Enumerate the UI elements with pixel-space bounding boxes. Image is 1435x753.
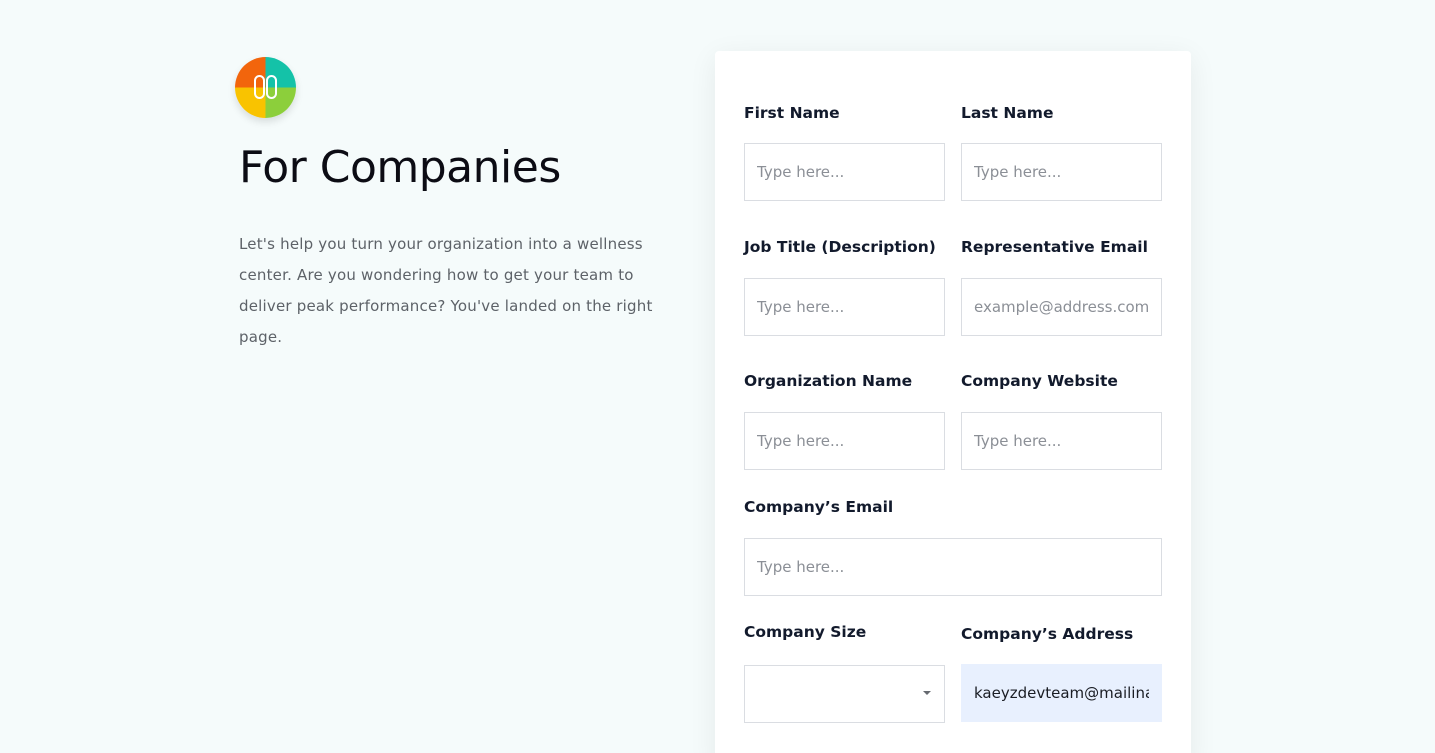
job-title-input[interactable] <box>744 278 945 336</box>
organization-name-input[interactable] <box>744 412 945 470</box>
company-address-label: Company’s Address <box>961 625 1134 643</box>
page-title: For Companies <box>239 142 561 193</box>
last-name-input[interactable] <box>961 143 1162 201</box>
company-signup-form: First Name Last Name Job Title (Descript… <box>715 51 1191 753</box>
company-size-label: Company Size <box>744 623 867 641</box>
representative-email-label: Representative Email <box>961 238 1148 256</box>
company-size-select[interactable] <box>744 665 945 723</box>
company-website-input[interactable] <box>961 412 1162 470</box>
first-name-label: First Name <box>744 104 840 122</box>
chevron-down-icon <box>923 691 931 695</box>
organization-name-label: Organization Name <box>744 372 913 390</box>
company-address-input[interactable] <box>961 664 1162 722</box>
company-email-input[interactable] <box>744 538 1162 596</box>
company-website-label: Company Website <box>961 372 1118 390</box>
representative-email-input[interactable] <box>961 278 1162 336</box>
wellness-logo-icon <box>235 57 296 118</box>
last-name-label: Last Name <box>961 104 1054 122</box>
page-description: Let's help you turn your organization in… <box>239 235 653 346</box>
first-name-input[interactable] <box>744 143 945 201</box>
page: For Companies Let's help you turn your o… <box>0 0 1435 753</box>
job-title-label: Job Title (Description) <box>744 238 936 256</box>
company-email-label: Company’s Email <box>744 498 894 516</box>
